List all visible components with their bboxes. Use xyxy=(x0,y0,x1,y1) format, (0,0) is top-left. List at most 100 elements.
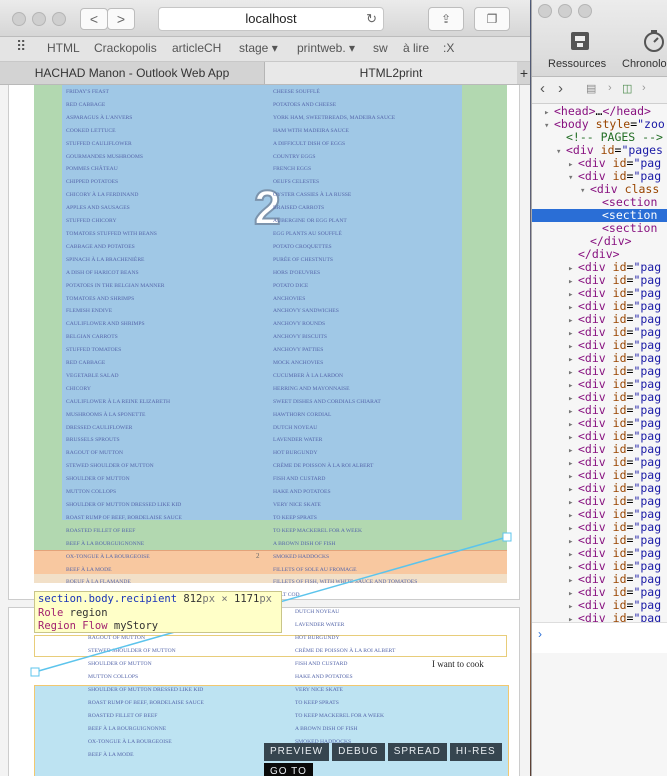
dom-tree-node-text: <div id="pag xyxy=(578,351,662,365)
dom-tree-node-text: <div id="pag xyxy=(578,260,662,274)
url-bar[interactable]: localhost ↻ xyxy=(158,7,384,31)
dom-tree-node-text: <body style="zoo xyxy=(554,117,665,131)
tooltip-height: 1171 xyxy=(234,593,260,605)
region-connector-line xyxy=(30,532,512,677)
chevron-left-icon: < xyxy=(89,11,99,27)
dom-tree-node-text: <div id="pag xyxy=(578,312,662,326)
tooltip-line-2: Role region xyxy=(38,607,278,621)
dom-tree-node-text: <div id="pages xyxy=(566,143,663,157)
breadcrumb-document-icon[interactable]: ▤ xyxy=(586,82,596,95)
dom-tree-node-text: </div> xyxy=(578,247,620,261)
dom-tree-node-text: <div id="pag xyxy=(578,429,662,443)
bookmark-printweb[interactable]: printweb. ▾ xyxy=(297,41,355,55)
breadcrumb-separator-icon-2: › xyxy=(642,82,646,94)
dom-tree-node-text: <section xyxy=(602,195,658,209)
inspector-minimize-button[interactable] xyxy=(558,4,572,18)
bookmark-crackopolis[interactable]: Crackopolis xyxy=(94,41,157,55)
bookmark-html[interactable]: HTML xyxy=(47,41,80,55)
tab-html2print[interactable]: HTML2print xyxy=(265,62,517,84)
go-to-button[interactable]: GO TO xyxy=(264,763,313,776)
bookmark-x[interactable]: :X xyxy=(443,41,454,55)
reload-icon[interactable]: ↻ xyxy=(366,8,377,30)
dom-tree: ▸ <head>…</head> ▾ <body style="zoo <!-- PAG… xyxy=(532,104,667,625)
inspector-nav-bar: ‹ › ▤ › ◫ › xyxy=(532,77,667,104)
show-tabs-button[interactable]: ❐ xyxy=(474,7,510,31)
dom-tree-node-text: <div id="pag xyxy=(578,416,662,430)
bookmark-stage[interactable]: stage ▾ xyxy=(239,41,278,55)
breadcrumb-separator-icon: › xyxy=(608,82,612,94)
dom-tree-node-text: </div> xyxy=(590,234,632,248)
dom-tree-node-text: <div id="pag xyxy=(578,364,662,378)
dom-tree-node-text: <section xyxy=(602,208,658,222)
dom-tree-node-text: <div id="pag xyxy=(578,377,662,391)
dom-tree-node-text: <div id="pag xyxy=(578,325,662,339)
new-tab-button[interactable]: + xyxy=(518,62,530,84)
tooltip-selector: section.body.recipient xyxy=(38,593,178,605)
grid-icon[interactable]: ⠿ xyxy=(16,38,26,55)
dom-tree-node-text: <head>…</head> xyxy=(554,104,651,118)
hi-res-button[interactable]: HI-RES xyxy=(449,743,502,761)
close-window-button[interactable] xyxy=(12,12,26,26)
timeline-icon[interactable] xyxy=(642,29,666,53)
dom-tree-node-text: <div id="pag xyxy=(578,156,662,170)
tooltip-line-3: Region Flow myStory xyxy=(38,620,278,634)
breadcrumb-element-icon[interactable]: ◫ xyxy=(622,82,632,95)
console-prompt[interactable]: › xyxy=(532,622,667,653)
dom-tree-node-text: <div id="pag xyxy=(578,390,662,404)
chevron-right-icon: > xyxy=(116,11,126,27)
tab-chronologie[interactable]: Chronolo xyxy=(622,58,667,70)
share-button[interactable]: ⇪ xyxy=(428,7,464,31)
inspector-tooltip: section.body.recipient 812px × 1171px Ro… xyxy=(34,591,282,633)
dom-tree-node-text: <div id="pag xyxy=(578,559,662,573)
tab-bar: HACHAD Manon - Outlook Web App HTML2prin… xyxy=(0,62,530,85)
spread-button[interactable]: SPREAD xyxy=(387,743,447,761)
web-inspector-window: Ressources Chronolo ‹ › ▤ › ◫ › ▸ <head>…… xyxy=(531,0,667,776)
inspector-forward-icon[interactable]: › xyxy=(558,80,563,97)
dom-tree-node-text: <div id="pag xyxy=(578,546,662,560)
tooltip-flow-value: myStory xyxy=(113,620,159,632)
dom-tree-node-text: <div class xyxy=(590,182,660,196)
back-button[interactable]: < xyxy=(80,8,108,30)
tooltip-times: × xyxy=(221,593,228,605)
dom-tree-node-text: <div id="pag xyxy=(578,442,662,456)
tooltip-role-value: region xyxy=(69,606,108,619)
url-text: localhost xyxy=(245,11,297,26)
tooltip-width: 812 xyxy=(183,593,203,605)
tooltip-flow-label: Region Flow xyxy=(38,620,108,632)
zoom-window-button[interactable] xyxy=(52,12,66,26)
bookmark-sw[interactable]: sw xyxy=(373,41,388,55)
dom-tree-node-text: <div id="pag xyxy=(578,520,662,534)
dom-tree-node-text: <div id="pag xyxy=(578,598,662,612)
tooltip-height-unit: px xyxy=(259,593,272,605)
preview-button[interactable]: PREVIEW xyxy=(264,743,330,761)
dom-tree-node-text: <div id="pag xyxy=(578,286,662,300)
inspector-toolbar: Ressources Chronolo xyxy=(532,0,667,77)
forward-button[interactable]: > xyxy=(107,8,135,30)
dom-tree-node-text: <div id="pag xyxy=(578,338,662,352)
resources-icon[interactable] xyxy=(568,29,592,53)
debug-button[interactable]: DEBUG xyxy=(332,743,385,761)
dom-tree-node-text: <div id="pag xyxy=(578,507,662,521)
share-icon: ⇪ xyxy=(440,12,452,26)
view-buttons: PREVIEW DEBUG SPREAD HI-RES GO TO xyxy=(264,741,530,776)
page-content: 2 2 Friday's feast Red cabbage Asparagus à… xyxy=(0,85,530,776)
bookmark-articlech[interactable]: articleCH xyxy=(172,41,221,55)
minimize-window-button[interactable] xyxy=(32,12,46,26)
inspector-zoom-button[interactable] xyxy=(578,4,592,18)
tooltip-role-label: Role xyxy=(38,606,64,619)
inspector-close-button[interactable] xyxy=(538,4,552,18)
inspector-back-icon[interactable]: ‹ xyxy=(540,80,545,97)
browser-toolbar: < > localhost ↻ ⇪ ❐ xyxy=(0,0,530,37)
dom-tree-node-text: <div id="pag xyxy=(578,572,662,586)
tab-outlook[interactable]: HACHAD Manon - Outlook Web App xyxy=(0,62,265,84)
bookmarks-bar: ⠿ HTML Crackopolis articleCH stage ▾ pri… xyxy=(0,37,530,62)
bookmark-a-lire[interactable]: à lire xyxy=(403,41,429,55)
dom-tree-node-text: <div id="pag xyxy=(578,468,662,482)
dom-tree-node-text: <div id="pag xyxy=(578,169,662,183)
tooltip-width-unit: px xyxy=(202,593,216,605)
tooltip-line-1: section.body.recipient 812px × 1171px xyxy=(38,593,278,607)
dom-tree-node-text: <div id="pag xyxy=(578,455,662,469)
dom-tree-node-text: <div id="pag xyxy=(578,585,662,599)
dom-tree-node-text: <div id="pag xyxy=(578,273,662,287)
tab-ressources[interactable]: Ressources xyxy=(548,58,606,70)
